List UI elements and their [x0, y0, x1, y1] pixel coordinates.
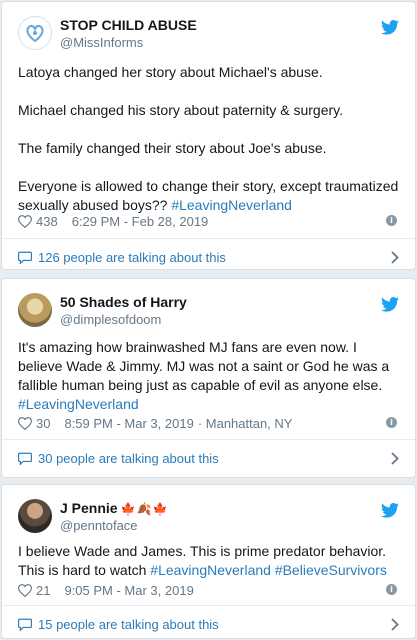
timestamp[interactable]: 8:59 PM - Mar 3, 2019 — [64, 416, 193, 431]
info-icon[interactable]: i — [386, 215, 397, 226]
heart-hands-logo-icon — [26, 24, 44, 43]
tweet-meta: 30 8:59 PM - Mar 3, 2019 · Manhattan, NY… — [18, 414, 401, 432]
tweet-text: It's amazing how brainwashed MJ fans are… — [18, 338, 401, 414]
display-name[interactable]: J Pennie 🍁🍂🍁 — [60, 500, 168, 516]
speech-bubble-icon — [18, 251, 32, 264]
talking-about-text[interactable]: 30 people are talking about this — [38, 451, 219, 466]
info-icon[interactable]: i — [386, 584, 397, 595]
display-name-text: J Pennie — [60, 500, 118, 516]
timestamp[interactable]: 6:29 PM - Feb 28, 2019 — [72, 214, 209, 229]
tweet-paragraph: Michael changed his story about paternit… — [18, 102, 344, 118]
info-icon[interactable]: i — [386, 417, 397, 428]
tweet-paragraph: Everyone is allowed to change their stor… — [18, 177, 401, 215]
like-count[interactable]: 438 — [36, 214, 58, 229]
tweet-card: 50 Shades of Harry @dimplesofdoom It's a… — [1, 278, 416, 478]
avatar[interactable] — [18, 499, 52, 533]
like-count[interactable]: 21 — [36, 583, 50, 598]
name-emoji-flags: 🍁🍂🍁 — [120, 502, 169, 516]
handle[interactable]: @MissInforms — [60, 35, 197, 50]
tweet-card: J Pennie 🍁🍂🍁 @penntoface I believe Wade a… — [1, 484, 416, 639]
timestamp[interactable]: 9:05 PM - Mar 3, 2019 — [64, 583, 193, 598]
talking-about-link[interactable]: 126 people are talking about this — [2, 239, 415, 269]
tweet-header: STOP CHILD ABUSE @MissInforms — [18, 16, 403, 52]
twitter-bird-icon[interactable] — [381, 503, 399, 518]
talking-about-text[interactable]: 15 people are talking about this — [38, 617, 219, 632]
twitter-bird-icon[interactable] — [381, 297, 399, 312]
tweet-meta: 438 6:29 PM - Feb 28, 2019 i — [18, 212, 401, 230]
display-name[interactable]: 50 Shades of Harry — [60, 294, 187, 310]
avatar[interactable] — [18, 16, 52, 50]
chevron-right-icon[interactable] — [391, 251, 399, 264]
tweet-text: I believe Wade and James. This is prime … — [18, 542, 401, 580]
tweet-paragraph: The family changed their story about Joe… — [18, 140, 327, 156]
chevron-right-icon[interactable] — [391, 452, 399, 465]
heart-icon[interactable] — [18, 583, 32, 597]
tweet-header: J Pennie 🍁🍂🍁 @penntoface — [18, 499, 403, 535]
author-names: 50 Shades of Harry @dimplesofdoom — [60, 294, 187, 327]
twitter-bird-icon[interactable] — [381, 20, 399, 35]
author-names: J Pennie 🍁🍂🍁 @penntoface — [60, 500, 168, 533]
speech-bubble-icon — [18, 618, 32, 631]
like-count[interactable]: 30 — [36, 416, 50, 431]
tweet-header: 50 Shades of Harry @dimplesofdoom — [18, 293, 403, 329]
speech-bubble-icon — [18, 452, 32, 465]
avatar[interactable] — [18, 293, 52, 327]
hashtag-link[interactable]: #LeavingNeverland — [171, 197, 292, 213]
hashtag-link[interactable]: #LeavingNeverland — [150, 562, 271, 578]
tweet-text: Latoya changed her story about Michael's… — [18, 63, 401, 215]
talking-about-link[interactable]: 30 people are talking about this — [2, 440, 415, 476]
tweet-card: STOP CHILD ABUSE @MissInforms Latoya cha… — [1, 1, 416, 270]
hashtag-link[interactable]: #BelieveSurvivors — [275, 562, 387, 578]
heart-icon[interactable] — [18, 416, 32, 430]
handle[interactable]: @dimplesofdoom — [60, 312, 187, 327]
handle[interactable]: @penntoface — [60, 518, 168, 533]
location[interactable]: · Manhattan, NY — [198, 416, 293, 431]
chevron-right-icon[interactable] — [391, 618, 399, 631]
author-names: STOP CHILD ABUSE @MissInforms — [60, 17, 197, 50]
tweet-text-body: It's amazing how brainwashed MJ fans are… — [18, 339, 390, 393]
tweet-paragraph: Latoya changed her story about Michael's… — [18, 64, 323, 80]
talking-about-text[interactable]: 126 people are talking about this — [38, 250, 226, 265]
tweet-meta: 21 9:05 PM - Mar 3, 2019 i — [18, 581, 401, 599]
talking-about-link[interactable]: 15 people are talking about this — [2, 606, 415, 638]
display-name[interactable]: STOP CHILD ABUSE — [60, 17, 197, 33]
hashtag-link[interactable]: #LeavingNeverland — [18, 396, 139, 412]
heart-icon[interactable] — [18, 214, 32, 228]
